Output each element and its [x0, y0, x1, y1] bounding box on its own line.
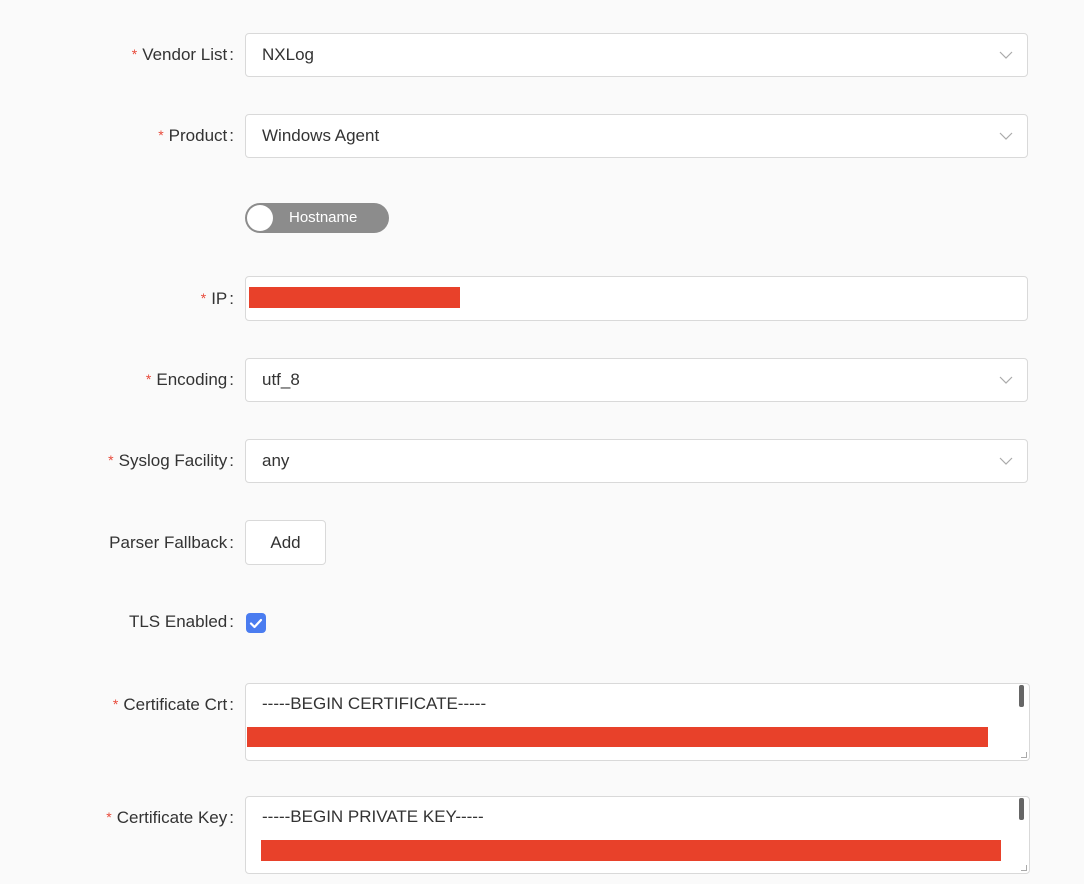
required-mark: *: [131, 46, 138, 62]
chevron-down-icon: [999, 376, 1013, 384]
hostname-toggle[interactable]: Hostname: [245, 203, 389, 233]
hostname-toggle-label: Hostname: [289, 209, 358, 226]
product-value: Windows Agent: [262, 126, 380, 145]
tls-enabled-checkbox[interactable]: [246, 613, 266, 633]
scrollbar-thumb[interactable]: [1019, 685, 1024, 707]
parser-fallback-row: Parser Fallback:: [0, 520, 1084, 565]
certificate-crt-label: * Certificate Crt:: [112, 695, 234, 714]
tls-enabled-row: TLS Enabled:: [0, 611, 1084, 635]
certificate-crt-first-line: -----BEGIN CERTIFICATE-----: [262, 694, 487, 713]
required-mark: *: [145, 371, 152, 387]
certificate-key-first-line: -----BEGIN PRIVATE KEY-----: [262, 807, 484, 826]
product-select[interactable]: Windows Agent: [245, 114, 1028, 158]
ip-row: * IP:: [0, 276, 1084, 321]
tls-enabled-label: TLS Enabled:: [128, 612, 234, 631]
integration-form: * Vendor List: NXLog * Product: Windows Ag…: [0, 0, 1084, 884]
resize-handle-icon[interactable]: [1021, 752, 1027, 758]
scrollbar-thumb[interactable]: [1019, 798, 1024, 820]
redacted-ip: [249, 287, 460, 308]
syslog-facility-value: any: [262, 451, 290, 470]
syslog-facility-row: * Syslog Facility: any: [0, 439, 1084, 483]
vendor-list-value: NXLog: [262, 45, 314, 64]
required-mark: *: [108, 452, 114, 468]
encoding-row: * Encoding: utf_8: [0, 358, 1084, 402]
required-mark: *: [158, 127, 164, 143]
certificate-key-row: * Certificate Key: -----BEGIN PRIVATE KEY…: [0, 796, 1084, 874]
required-mark: *: [106, 809, 112, 825]
ip-label: * IP:: [200, 289, 234, 308]
chevron-down-icon: [999, 132, 1013, 140]
required-mark: *: [200, 290, 207, 306]
vendor-list-row: * Vendor List: NXLog: [0, 33, 1084, 77]
syslog-facility-label: * Syslog Facility:: [108, 451, 234, 470]
chevron-down-icon: [999, 51, 1013, 59]
vendor-list-label: * Vendor List:: [131, 45, 234, 64]
certificate-crt-textarea[interactable]: -----BEGIN CERTIFICATE-----: [245, 683, 1030, 761]
resize-handle-icon[interactable]: [1021, 865, 1027, 871]
add-parser-fallback-button[interactable]: Add: [245, 520, 326, 565]
vendor-list-select[interactable]: NXLog: [245, 33, 1028, 77]
encoding-value: utf_8: [262, 370, 300, 389]
toggle-knob: [247, 205, 273, 231]
parser-fallback-label: Parser Fallback:: [109, 533, 234, 552]
chevron-down-icon: [999, 457, 1013, 465]
certificate-key-label: * Certificate Key:: [106, 808, 234, 827]
ip-input[interactable]: [245, 276, 1028, 321]
required-mark: *: [112, 696, 119, 712]
product-row: * Product: Windows Agent: [0, 114, 1084, 158]
certificate-crt-row: * Certificate Crt: -----BEGIN CERTIFICATE…: [0, 683, 1084, 761]
encoding-select[interactable]: utf_8: [245, 358, 1028, 402]
redacted-private-key: [261, 840, 1001, 861]
encoding-label: * Encoding:: [145, 370, 234, 389]
syslog-facility-select[interactable]: any: [245, 439, 1028, 483]
certificate-key-textarea[interactable]: -----BEGIN PRIVATE KEY-----: [245, 796, 1030, 874]
checkmark-icon: [249, 618, 263, 629]
product-label: * Product:: [158, 126, 234, 145]
redacted-certificate: [247, 727, 988, 747]
